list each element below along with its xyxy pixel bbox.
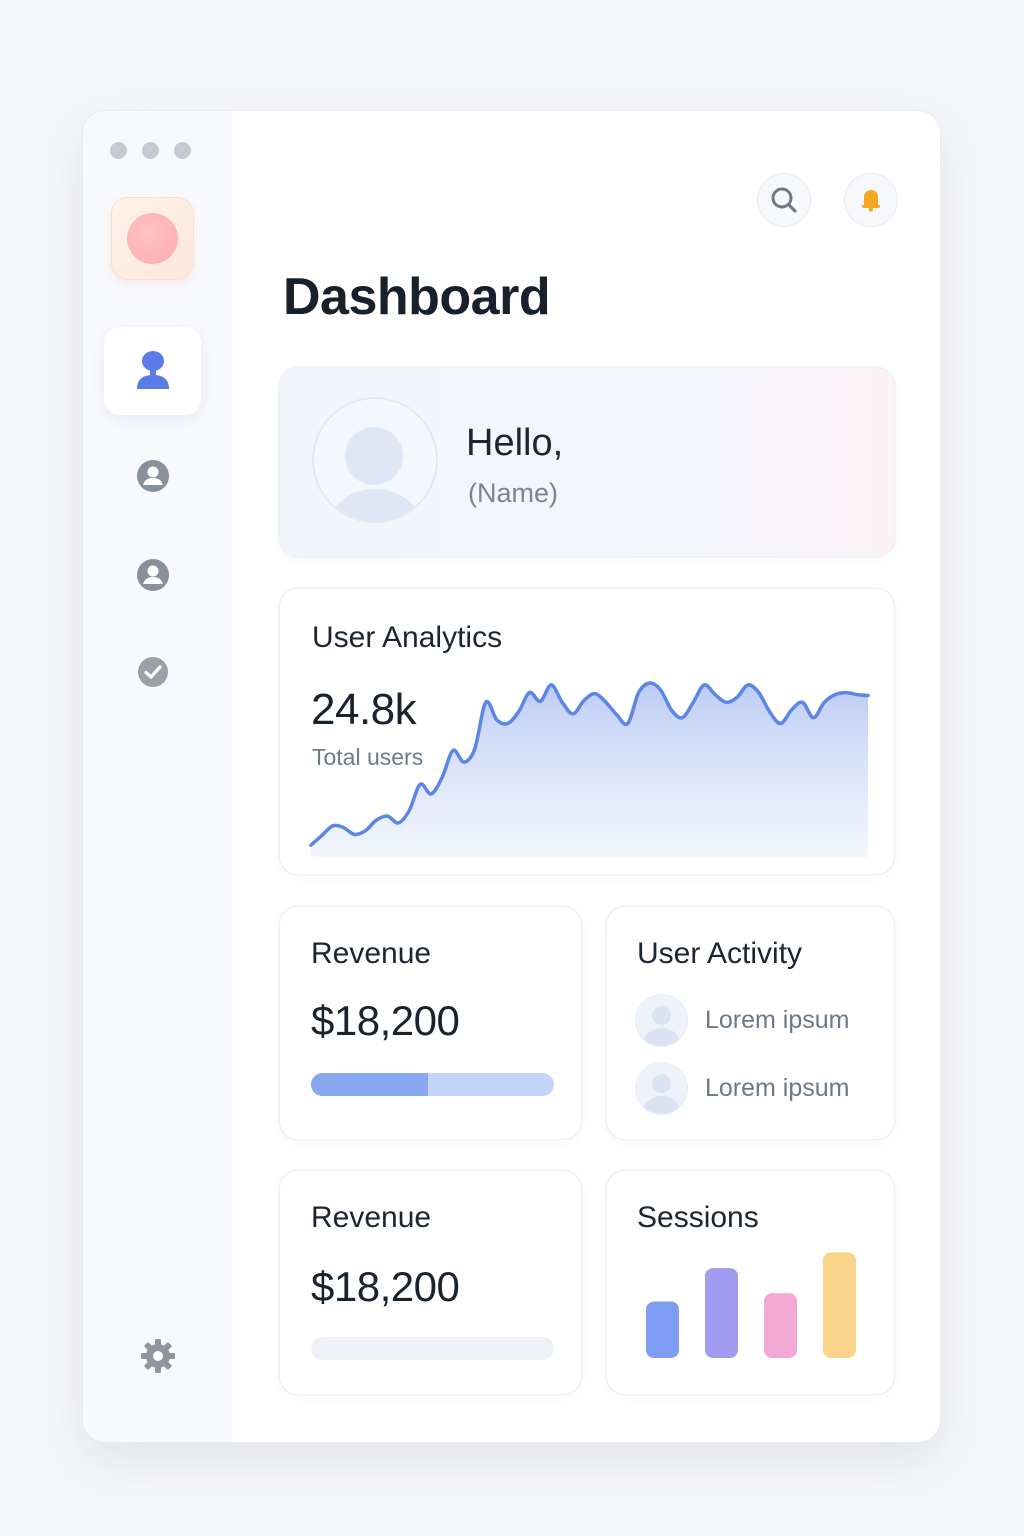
greeting-text: Hello, (466, 422, 564, 464)
bell-icon (862, 190, 880, 212)
revenue-value: $18,200 (311, 1263, 460, 1310)
sessions-bar-4 (823, 1252, 856, 1358)
sessions-bar-1 (646, 1301, 679, 1358)
search-button[interactable] (758, 174, 810, 226)
search-icon (771, 187, 797, 213)
revenue-title: Revenue (311, 1201, 432, 1234)
user-name: (Name) (468, 478, 559, 508)
account-circle-icon (136, 559, 169, 591)
greeting-card: Hello, (Name) (280, 368, 894, 556)
user-activity-title: User Activity (637, 937, 803, 970)
sessions-card: Sessions (607, 1171, 894, 1394)
revenue-progress-fill (311, 1073, 428, 1096)
revenue-progress-bar (311, 1073, 554, 1096)
check-circle-icon (137, 657, 168, 687)
sidebar (83, 111, 232, 1442)
user-profile-icon (136, 351, 169, 389)
revenue-card: Revenue $18,200 (280, 907, 581, 1139)
analytics-area (311, 682, 868, 857)
page-title: Dashboard (283, 268, 551, 326)
sidebar-item-tasks[interactable] (104, 628, 201, 716)
settings-button[interactable] (139, 1337, 177, 1375)
account-circle-icon (136, 460, 169, 492)
revenue-value: $18,200 (311, 997, 460, 1044)
gear-icon (141, 1339, 175, 1373)
sidebar-item-account-2[interactable] (104, 531, 201, 619)
avatar[interactable] (314, 399, 436, 521)
user-analytics-card: User Analytics 24.8k Total users (280, 589, 894, 874)
app-logo-icon[interactable] (112, 198, 193, 279)
window-controls (110, 142, 191, 159)
avatar-head (345, 427, 403, 485)
app-logo-blob (127, 213, 178, 264)
notifications-button[interactable] (845, 174, 897, 226)
user-analytics-chart (309, 681, 870, 857)
app-window: Dashboard Hello, (Name) User Analytics 2… (83, 111, 940, 1442)
avatar (636, 1063, 687, 1114)
user-activity-card: User Activity Lorem ipsum Lorem ipsum (607, 907, 894, 1139)
sessions-chart (646, 1252, 856, 1358)
close-window-button[interactable] (110, 142, 127, 159)
sidebar-item-account-1[interactable] (104, 432, 201, 520)
activity-label: Lorem ipsum (705, 1074, 850, 1102)
maximize-window-button[interactable] (174, 142, 191, 159)
list-item[interactable]: Lorem ipsum (636, 1063, 850, 1114)
sidebar-item-profile[interactable] (104, 327, 201, 415)
avatar (636, 995, 687, 1046)
minimize-window-button[interactable] (142, 142, 159, 159)
avatar-body (330, 489, 420, 521)
list-item[interactable]: Lorem ipsum (636, 995, 850, 1046)
revenue-title: Revenue (311, 937, 432, 970)
revenue-progress-bar (311, 1337, 554, 1360)
revenue-card-secondary: Revenue $18,200 (280, 1171, 581, 1394)
activity-label: Lorem ipsum (705, 1006, 850, 1034)
sessions-bar-3 (764, 1293, 797, 1358)
sessions-bar-2 (705, 1268, 738, 1358)
